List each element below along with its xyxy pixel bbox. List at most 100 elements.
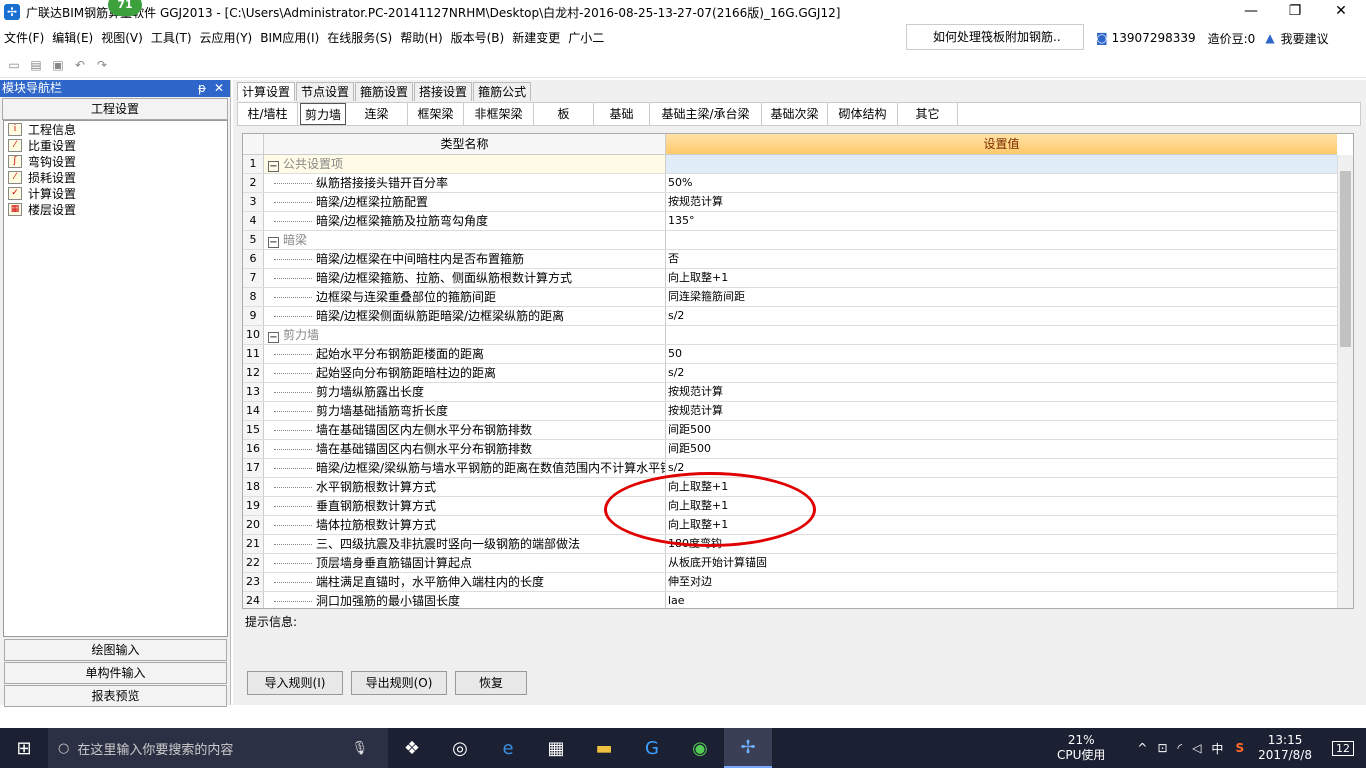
row-value-cell[interactable]: 同连梁箍筋间距 xyxy=(666,288,1337,306)
column-header-value[interactable]: 设置值 xyxy=(666,134,1337,155)
tree-item-floor[interactable]: ▦ 楼层设置 xyxy=(4,201,227,217)
app-spiral-icon[interactable]: ◎ xyxy=(436,728,484,768)
menu-new-change[interactable]: 新建变更 xyxy=(508,26,564,50)
row-value-cell[interactable]: s/2 xyxy=(666,459,1337,477)
row-value-cell[interactable]: 向上取整+1 xyxy=(666,269,1337,287)
menu-version[interactable]: 版本号(B) xyxy=(447,26,509,50)
row-value-cell[interactable]: 按规范计算 xyxy=(666,193,1337,211)
import-rules-button[interactable]: 导入规则(I) xyxy=(247,671,343,695)
table-row[interactable]: 17 暗梁/边框梁/梁纵筋与墙水平钢筋的距离在数值范围内不计算水平钢 s/2 xyxy=(243,459,1353,478)
collapse-icon[interactable]: − xyxy=(268,161,279,172)
edge-browser-icon[interactable]: e xyxy=(484,728,532,768)
store-icon[interactable]: ▦ xyxy=(532,728,580,768)
row-value-cell[interactable]: 否 xyxy=(666,250,1337,268)
table-row[interactable]: 2 纵筋搭接接头错开百分率 50% xyxy=(243,174,1353,193)
table-row[interactable]: 3 暗梁/边框梁拉筋配置 按规范计算 xyxy=(243,193,1353,212)
table-row[interactable]: 4 暗梁/边框梁箍筋及拉筋弯勾角度 135° xyxy=(243,212,1353,231)
table-row[interactable]: 24 洞口加强筋的最小锚固长度 lae xyxy=(243,592,1353,608)
menu-edit[interactable]: 编辑(E) xyxy=(48,26,97,50)
section-report-preview[interactable]: 报表预览 xyxy=(4,685,227,707)
volume-icon[interactable]: ◁ xyxy=(1192,741,1201,755)
subtab-masonry[interactable]: 砌体结构 xyxy=(828,103,898,125)
tab-lap-settings[interactable]: 搭接设置 xyxy=(414,82,473,101)
ime-indicator[interactable]: 中 xyxy=(1211,740,1223,757)
save-icon[interactable]: ▣ xyxy=(48,55,68,75)
table-row[interactable]: 12 起始竖向分布钢筋距暗柱边的距离 s/2 xyxy=(243,364,1353,383)
tree-item-hook[interactable]: ʃ 弯钩设置 xyxy=(4,153,227,169)
table-row[interactable]: 13 剪力墙纵筋露出长度 按规范计算 xyxy=(243,383,1353,402)
collapse-icon[interactable]: − xyxy=(268,332,279,343)
bell-icon[interactable]: ▲ xyxy=(1265,31,1274,45)
table-row[interactable]: 19 垂直钢筋根数计算方式 向上取整+1 xyxy=(243,497,1353,516)
wifi-icon[interactable]: ◜ xyxy=(1178,741,1183,755)
menu-online[interactable]: 在线服务(S) xyxy=(323,26,396,50)
collapse-icon[interactable]: − xyxy=(268,237,279,248)
grid-group-row[interactable]: 10− 剪力墙 xyxy=(243,326,1353,345)
table-row[interactable]: 16 墙在基础锚固区内右侧水平分布钢筋排数 间距500 xyxy=(243,440,1353,459)
restore-button[interactable]: ❐ xyxy=(1272,0,1318,24)
row-value-cell[interactable]: 50% xyxy=(666,174,1337,192)
glodon-g-icon[interactable]: G xyxy=(628,728,676,768)
close-button[interactable]: ✕ xyxy=(1318,0,1364,24)
notification-center-icon[interactable]: 12 xyxy=(1332,740,1354,756)
subtab-other[interactable]: 其它 xyxy=(898,103,958,125)
help-search-box[interactable]: 如何处理筏板附加钢筋.. xyxy=(906,24,1084,50)
section-project-settings[interactable]: 工程设置 xyxy=(2,98,228,120)
sidebar-close-icon[interactable]: ✕ xyxy=(214,80,224,97)
subtab-slab[interactable]: 板 xyxy=(534,103,594,125)
menu-bim[interactable]: BIM应用(I) xyxy=(256,26,323,50)
row-value-cell[interactable]: 按规范计算 xyxy=(666,402,1337,420)
table-row[interactable]: 6 暗梁/边框梁在中间暗柱内是否布置箍筋 否 xyxy=(243,250,1353,269)
row-value-cell[interactable]: 135° xyxy=(666,212,1337,230)
notification-badge[interactable]: 71 xyxy=(108,0,142,16)
row-value-cell[interactable]: 间距500 xyxy=(666,440,1337,458)
row-value-cell[interactable]: 间距500 xyxy=(666,421,1337,439)
row-value-cell[interactable] xyxy=(666,155,1337,173)
sogou-icon[interactable]: S xyxy=(1235,741,1244,755)
row-value-cell[interactable]: s/2 xyxy=(666,364,1337,382)
phone-account[interactable]: 13907298339 xyxy=(1112,31,1196,45)
export-rules-button[interactable]: 导出规则(O) xyxy=(351,671,447,695)
column-header-name[interactable]: 类型名称 xyxy=(264,134,666,155)
tab-stirrup-formula[interactable]: 箍筋公式 xyxy=(473,82,532,101)
redo-icon[interactable]: ↷ xyxy=(92,55,112,75)
row-value-cell[interactable]: lae xyxy=(666,592,1337,608)
menu-tools[interactable]: 工具(T) xyxy=(147,26,196,50)
menu-file[interactable]: 文件(F) xyxy=(0,26,48,50)
restore-defaults-button[interactable]: 恢复 xyxy=(455,671,527,695)
vertical-scrollbar[interactable] xyxy=(1337,155,1353,608)
table-row[interactable]: 23 端柱满足直锚时，水平筋伸入端柱内的长度 伸至对边 xyxy=(243,573,1353,592)
new-file-icon[interactable]: ▭ xyxy=(4,55,24,75)
chevron-up-icon[interactable]: ^ xyxy=(1137,741,1147,755)
row-value-cell[interactable]: 向上取整+1 xyxy=(666,516,1337,534)
row-value-cell[interactable]: s/2 xyxy=(666,307,1337,325)
grid-group-row[interactable]: 5− 暗梁 xyxy=(243,231,1353,250)
subtab-foundation[interactable]: 基础 xyxy=(594,103,650,125)
task-view-icon[interactable]: ❖ xyxy=(388,728,436,768)
table-row[interactable]: 15 墙在基础锚固区内左侧水平分布钢筋排数 间距500 xyxy=(243,421,1353,440)
tab-node-settings[interactable]: 节点设置 xyxy=(296,82,355,101)
row-value-cell[interactable] xyxy=(666,326,1337,344)
taskbar-search[interactable]: ○ 在这里输入你要搜索的内容 🎙 xyxy=(48,728,388,768)
subtab-non-frame-beam[interactable]: 非框架梁 xyxy=(464,103,534,125)
microphone-icon[interactable]: 🎙 xyxy=(351,741,368,756)
row-value-cell[interactable] xyxy=(666,231,1337,249)
suggest-link[interactable]: 我要建议 xyxy=(1281,30,1329,47)
menu-view[interactable]: 视图(V) xyxy=(97,26,147,50)
subtab-column[interactable]: 柱/墙柱 xyxy=(238,103,298,125)
row-value-cell[interactable]: 伸至对边 xyxy=(666,573,1337,591)
table-row[interactable]: 20 墙体拉筋根数计算方式 向上取整+1 xyxy=(243,516,1353,535)
open-folder-icon[interactable]: ▤ xyxy=(26,55,46,75)
tab-calc-settings[interactable]: 计算设置 xyxy=(237,82,296,101)
minimize-button[interactable]: — xyxy=(1228,0,1274,24)
section-single-component[interactable]: 单构件输入 xyxy=(4,662,227,684)
windows-start-icon[interactable]: ⊞ xyxy=(0,728,48,768)
subtab-foundation-secondary-beam[interactable]: 基础次梁 xyxy=(762,103,828,125)
ggj-app-icon[interactable]: ✢ xyxy=(724,728,772,768)
table-row[interactable]: 21 三、四级抗震及非抗震时竖向一级钢筋的端部做法 180度弯钩 xyxy=(243,535,1353,554)
row-value-cell[interactable]: 向上取整+1 xyxy=(666,497,1337,515)
menu-guangxiaoer[interactable]: 广小二 xyxy=(564,26,608,50)
row-value-cell[interactable]: 按规范计算 xyxy=(666,383,1337,401)
tree-item-density[interactable]: ⁄ 比重设置 xyxy=(4,137,227,153)
subtab-coupling-beam[interactable]: 连梁 xyxy=(346,103,408,125)
